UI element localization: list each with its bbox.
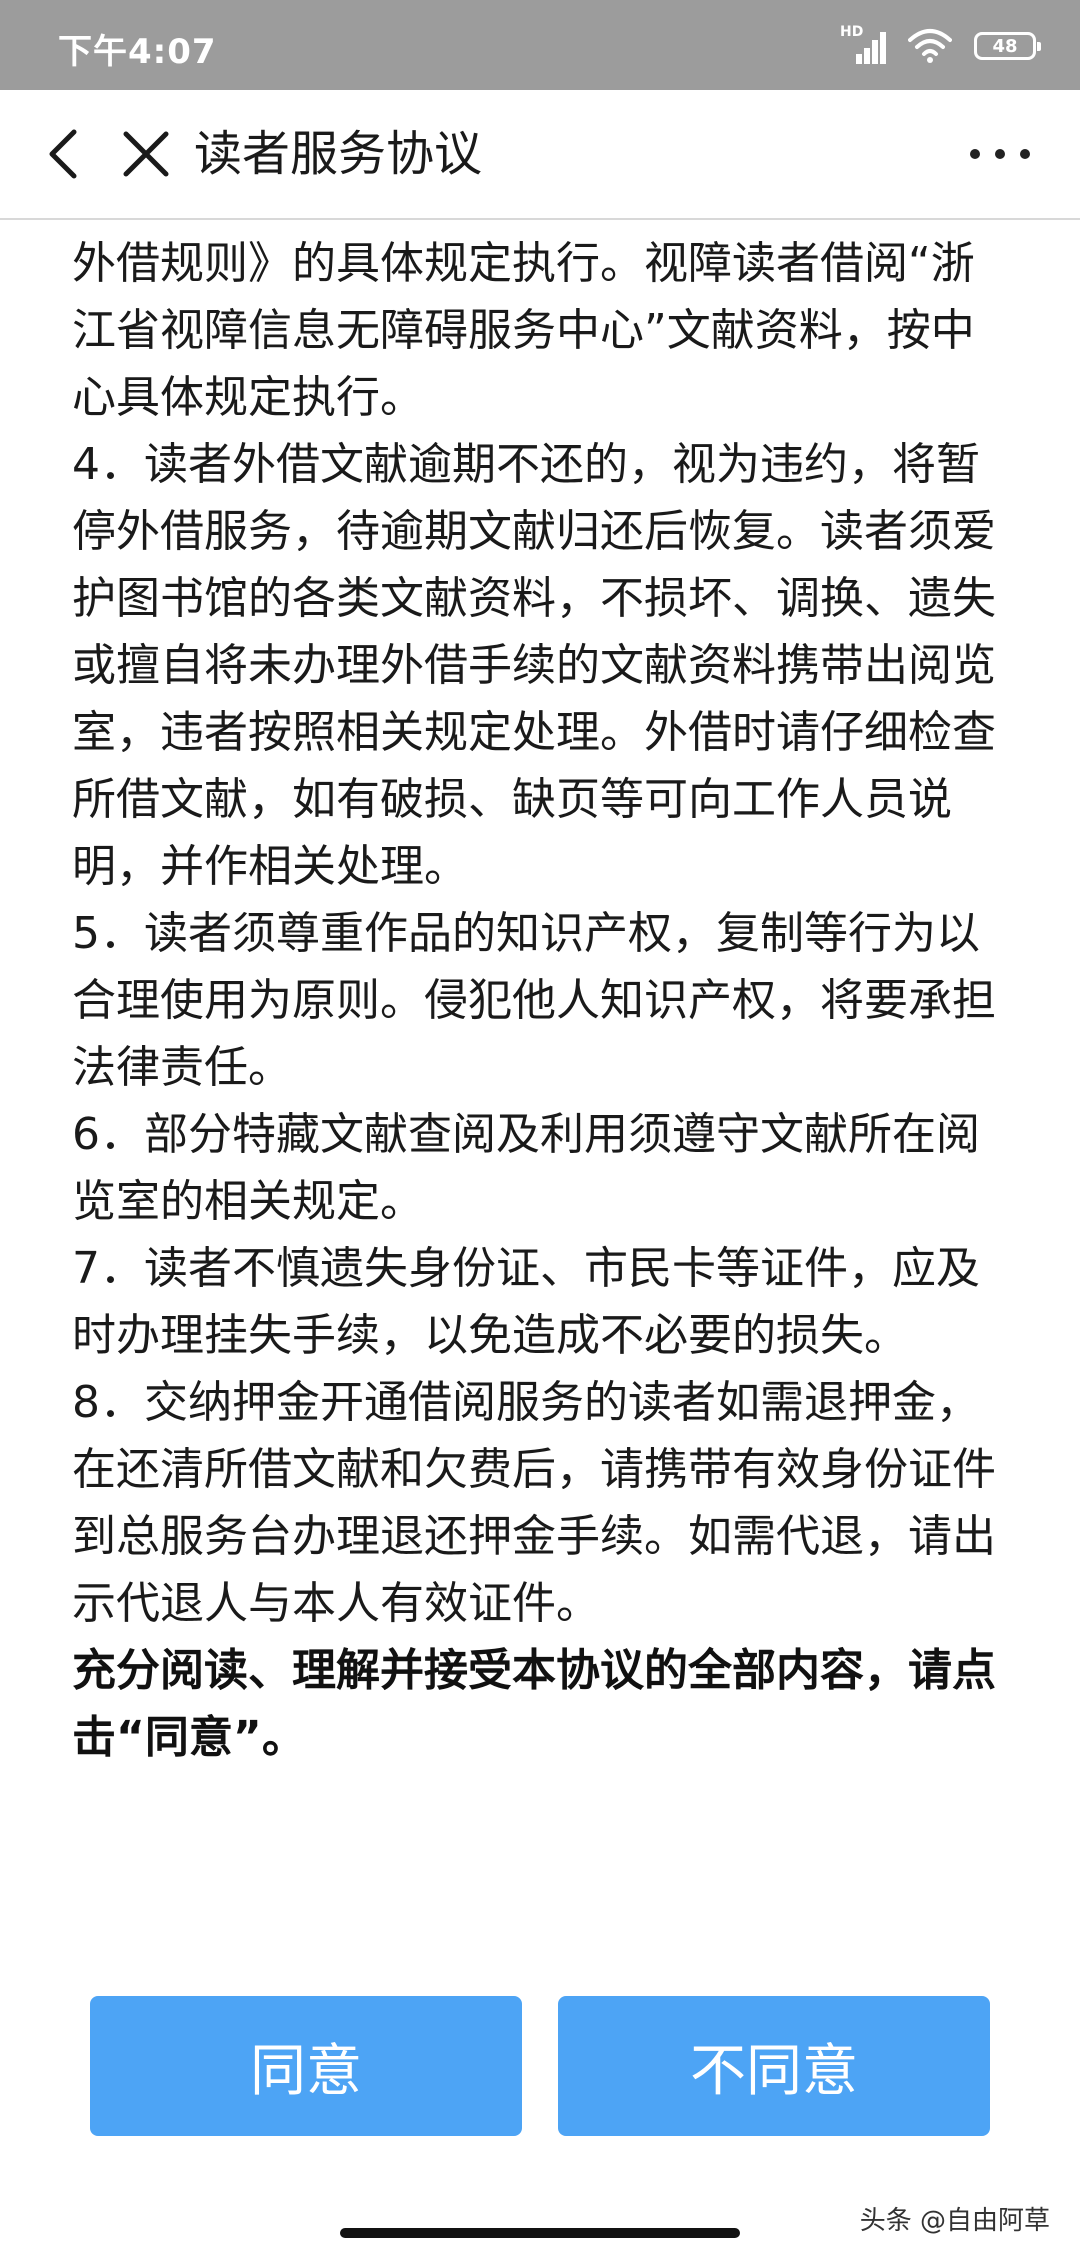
screen: 下午4:07 HD 48 读者服务协议 外借规则》的具体规定执行。视障读者借阅“… xyxy=(0,0,1080,2248)
close-icon[interactable] xyxy=(118,126,174,182)
agreement-content: 外借规则》的具体规定执行。视障读者借阅“浙江省视障信息无障碍服务中心”文献资料，… xyxy=(72,230,1012,1771)
home-indicator[interactable] xyxy=(340,2228,740,2238)
agreement-paragraph: 外借规则》的具体规定执行。视障读者借阅“浙江省视障信息无障碍服务中心”文献资料，… xyxy=(72,238,975,423)
agreement-paragraph: 8．交纳押金开通借阅服务的读者如需退押金，在还清所借文献和欠费后，请携带有效身份… xyxy=(72,1377,996,1629)
battery-level: 48 xyxy=(992,35,1018,57)
signal-icon: HD xyxy=(840,24,886,64)
agreement-paragraph: 7．读者不慎遗失身份证、市民卡等证件，应及时办理挂失手续，以免造成不必要的损失。 xyxy=(72,1243,980,1361)
agreement-paragraph: 6．部分特藏文献查阅及利用须遵守文献所在阅览室的相关规定。 xyxy=(72,1109,980,1227)
agreement-paragraph: 5．读者须尊重作品的知识产权，复制等行为以合理使用为原则。侵犯他人知识产权，将要… xyxy=(72,908,996,1093)
status-icons: HD 48 xyxy=(840,24,1041,66)
wifi-icon xyxy=(908,29,952,63)
disagree-button[interactable]: 不同意 xyxy=(558,1996,990,2136)
status-bar: 下午4:07 HD 48 xyxy=(0,0,1080,90)
back-icon[interactable] xyxy=(40,124,90,184)
nav-bar: 读者服务协议 xyxy=(0,90,1080,220)
battery-icon: 48 xyxy=(974,32,1041,60)
agree-button[interactable]: 同意 xyxy=(90,1996,522,2136)
agreement-paragraph: 4．读者外借文献逾期不还的，视为违约，将暂停外借服务，待逾期文献归还后恢复。读者… xyxy=(72,439,996,892)
watermark: 头条 @自由阿草 xyxy=(859,2206,1050,2236)
network-type-label: HD xyxy=(840,24,864,40)
confirm-notice: 充分阅读、理解并接受本协议的全部内容，请点击“同意”。 xyxy=(72,1645,996,1763)
status-time: 下午4:07 xyxy=(58,32,217,72)
page-title: 读者服务协议 xyxy=(194,126,483,182)
more-options-icon[interactable] xyxy=(970,132,1030,176)
